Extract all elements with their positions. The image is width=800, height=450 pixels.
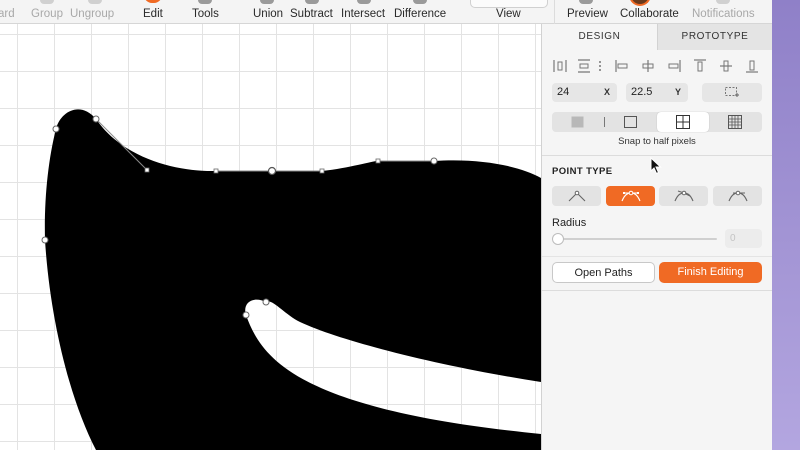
tools-icon xyxy=(198,0,212,4)
point-disconnected-icon xyxy=(674,190,694,202)
canvas[interactable] xyxy=(0,24,541,450)
avatar[interactable] xyxy=(629,0,651,6)
inspector-panel: DESIGN PROTOTYPE 24 X 22.5 Y Snap to hal… xyxy=(541,24,772,450)
finish-editing-button[interactable]: Finish Editing xyxy=(659,262,762,283)
radius-input[interactable]: 0 xyxy=(725,229,762,248)
pixel-whole-option[interactable] xyxy=(604,112,656,132)
point-asymmetric-icon xyxy=(728,190,748,202)
y-position-field[interactable]: 22.5 Y xyxy=(626,83,688,102)
difference-icon xyxy=(413,0,427,4)
anchor-point[interactable] xyxy=(430,157,438,165)
toolbar-item-intersect[interactable]: Intersect xyxy=(341,8,385,20)
toolbar-item-union[interactable]: Union xyxy=(253,8,283,20)
resize-frame-icon xyxy=(725,87,739,97)
x-position-value[interactable]: 24 xyxy=(557,83,569,102)
pixel-half-option[interactable] xyxy=(657,112,709,132)
point-mirrored-icon xyxy=(621,190,641,202)
x-position-label: X xyxy=(603,87,610,97)
anchor-point[interactable] xyxy=(41,236,49,244)
toolbar-item-artboard[interactable]: ard xyxy=(0,8,15,20)
point-type-disconnected-button[interactable] xyxy=(659,186,708,206)
group-icon xyxy=(40,0,54,4)
mouse-cursor-icon xyxy=(650,157,662,175)
handle-point[interactable] xyxy=(375,158,381,164)
toolbar-item-collaborate[interactable]: Collaborate xyxy=(620,8,679,20)
tab-prototype[interactable]: PROTOTYPE xyxy=(657,24,772,50)
handle-point[interactable] xyxy=(144,167,150,173)
toolbar-item-group[interactable]: Group xyxy=(31,8,63,20)
section-divider xyxy=(542,290,772,291)
union-icon xyxy=(260,0,274,4)
align-top-icon[interactable] xyxy=(692,58,708,74)
align-bottom-icon[interactable] xyxy=(744,58,760,74)
pixel-hint-text: Snap to half pixels xyxy=(618,136,696,147)
toolbar-item-tools[interactable]: Tools xyxy=(192,8,219,20)
distribute-vertical-icon[interactable] xyxy=(576,58,592,74)
view-dropdown-box[interactable] xyxy=(470,0,548,8)
align-left-icon[interactable] xyxy=(614,58,630,74)
pixel-subpixel-icon xyxy=(728,115,742,129)
resize-to-fit-button[interactable] xyxy=(702,83,762,102)
anchor-point-selected[interactable] xyxy=(267,166,277,176)
edit-icon xyxy=(144,0,162,3)
toolbar-item-preview[interactable]: Preview xyxy=(567,8,608,20)
notifications-icon xyxy=(716,0,730,4)
pixel-off-option[interactable] xyxy=(552,112,604,132)
x-position-field[interactable]: 24 X xyxy=(552,83,617,102)
open-paths-button[interactable]: Open Paths xyxy=(552,262,655,283)
radius-slider-knob[interactable] xyxy=(552,233,564,245)
handle-point[interactable] xyxy=(213,168,219,174)
pixel-half-icon xyxy=(676,115,690,129)
vector-shape[interactable] xyxy=(44,109,541,450)
alignment-toolbar xyxy=(552,58,764,74)
y-position-label: Y xyxy=(674,87,681,97)
toolbar: ard Group Ungroup Edit Tools Union Subtr… xyxy=(0,0,772,24)
y-position-value[interactable]: 22.5 xyxy=(631,83,652,102)
align-center-horizontal-icon[interactable] xyxy=(640,58,656,74)
tab-design[interactable]: DESIGN xyxy=(542,24,657,50)
point-type-asymmetric-button[interactable] xyxy=(713,186,762,206)
point-type-straight-button[interactable] xyxy=(552,186,601,206)
radius-slider-track[interactable] xyxy=(556,238,717,240)
intersect-icon xyxy=(357,0,371,4)
toolbar-item-edit[interactable]: Edit xyxy=(143,8,163,20)
radius-label: Radius xyxy=(552,217,587,229)
subtract-icon xyxy=(305,0,319,4)
inspector-tabs: DESIGN PROTOTYPE xyxy=(542,24,772,50)
pixel-off-icon xyxy=(571,116,584,128)
anchor-point[interactable] xyxy=(242,311,250,319)
distribute-horizontal-icon[interactable] xyxy=(552,58,568,74)
point-straight-icon xyxy=(568,190,586,202)
toolbar-item-ungroup[interactable]: Ungroup xyxy=(70,8,114,20)
canvas-artwork[interactable] xyxy=(0,24,541,450)
anchor-point[interactable] xyxy=(92,115,100,123)
toolbar-item-subtract[interactable]: Subtract xyxy=(290,8,333,20)
toolbar-item-difference[interactable]: Difference xyxy=(394,8,446,20)
section-divider xyxy=(542,256,772,257)
align-center-vertical-icon[interactable] xyxy=(718,58,734,74)
section-divider xyxy=(542,155,772,156)
pixel-subpixel-option[interactable] xyxy=(709,112,761,132)
preview-icon xyxy=(579,0,593,4)
ungroup-icon xyxy=(88,0,102,4)
point-type-title: POINT TYPE xyxy=(552,166,613,177)
align-right-icon[interactable] xyxy=(666,58,682,74)
pixel-whole-icon xyxy=(624,116,637,128)
anchor-point[interactable] xyxy=(262,298,270,306)
desktop-background xyxy=(772,0,800,450)
pixel-grid-segmented-control xyxy=(552,112,762,132)
point-type-mirrored-button[interactable] xyxy=(606,186,655,206)
more-icon[interactable] xyxy=(592,58,608,74)
toolbar-item-view[interactable]: View xyxy=(496,8,521,20)
toolbar-item-notifications[interactable]: Notifications xyxy=(692,8,755,20)
handle-point[interactable] xyxy=(319,168,325,174)
toolbar-separator xyxy=(554,0,555,24)
anchor-point[interactable] xyxy=(52,125,60,133)
